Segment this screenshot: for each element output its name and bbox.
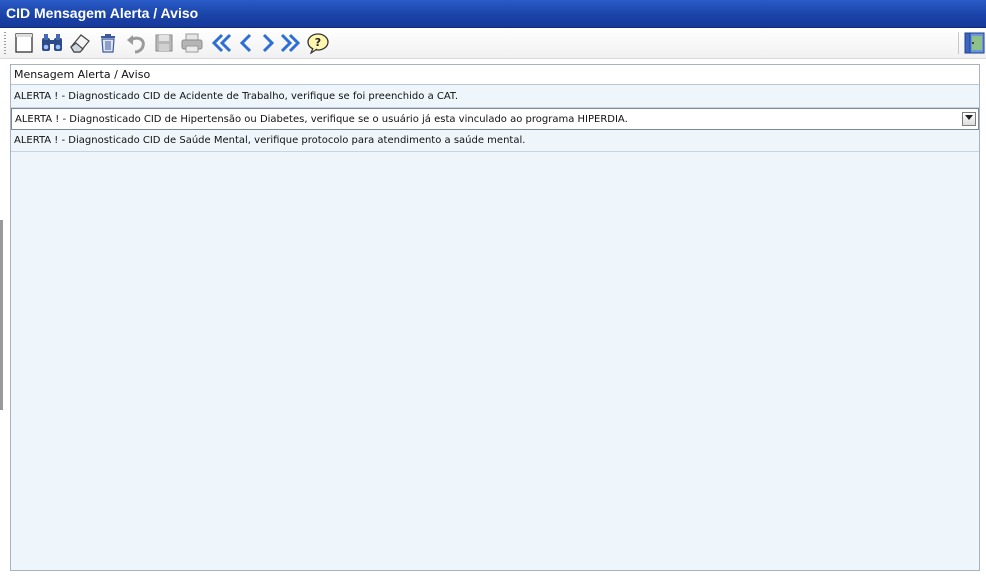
exit-door-icon: [962, 31, 986, 55]
new-button[interactable]: [12, 31, 36, 55]
trash-icon: [97, 32, 119, 54]
window-title: CID Mensagem Alerta / Aviso: [6, 5, 199, 21]
grid-cell: ALERTA ! - Diagnosticado CID de Saúde Me…: [14, 135, 526, 146]
help-icon: ?: [306, 32, 330, 54]
eraser-icon: [68, 32, 92, 54]
search-binoculars-icon: [40, 32, 64, 54]
first-record-button[interactable]: [210, 31, 234, 55]
previous-record-icon: [235, 32, 257, 54]
save-icon: [153, 32, 175, 54]
title-bar: CID Mensagem Alerta / Aviso: [0, 0, 986, 28]
next-record-icon: [257, 32, 279, 54]
svg-text:?: ?: [315, 36, 321, 49]
next-record-button[interactable]: [256, 31, 280, 55]
clear-button[interactable]: [68, 31, 92, 55]
grid-row[interactable]: ALERTA ! - Diagnosticado CID de Saúde Me…: [11, 130, 979, 152]
column-header[interactable]: Mensagem Alerta / Aviso: [11, 65, 979, 85]
print-icon: [180, 32, 204, 54]
print-button[interactable]: [180, 31, 204, 55]
new-icon: [13, 32, 35, 54]
dropdown-button[interactable]: [962, 112, 976, 126]
toolbar: ?: [0, 28, 986, 59]
grid-cell-editor[interactable]: ALERTA ! - Diagnosticado CID de Hiperten…: [15, 114, 628, 125]
save-button[interactable]: [152, 31, 176, 55]
alert-message-grid: Mensagem Alerta / Aviso ALERTA ! - Diagn…: [10, 64, 980, 571]
last-record-icon: [278, 32, 302, 54]
search-button[interactable]: [40, 31, 64, 55]
exit-button[interactable]: [962, 31, 986, 55]
help-button[interactable]: ?: [306, 31, 330, 55]
grid-cell: ALERTA ! - Diagnosticado CID de Acidente…: [14, 91, 459, 102]
delete-button[interactable]: [96, 31, 120, 55]
toolbar-grip[interactable]: [4, 32, 6, 54]
undo-icon: [125, 32, 147, 54]
last-record-button[interactable]: [278, 31, 302, 55]
previous-record-button[interactable]: [234, 31, 258, 55]
toolbar-separator: [958, 32, 959, 54]
grid-row[interactable]: ALERTA ! - Diagnosticado CID de Acidente…: [11, 86, 979, 108]
chevron-down-icon: [965, 109, 973, 129]
grid-row-selected[interactable]: ALERTA ! - Diagnosticado CID de Hiperten…: [11, 108, 979, 130]
window-edge: [0, 220, 3, 410]
first-record-icon: [210, 32, 234, 54]
undo-button[interactable]: [124, 31, 148, 55]
